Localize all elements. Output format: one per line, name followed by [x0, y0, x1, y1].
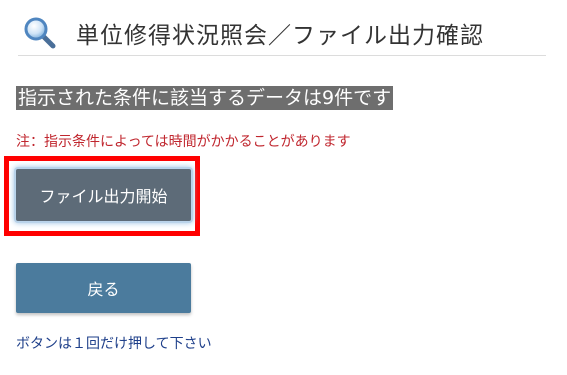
back-button[interactable]: 戻る: [16, 263, 191, 313]
result-message: 指示された条件に該当するデータは9件です: [16, 86, 394, 110]
page-header: 単位修得状況照会／ファイル出力確認: [18, 10, 546, 56]
page-title: 単位修得状況照会／ファイル出力確認: [76, 22, 484, 49]
start-file-output-button[interactable]: ファイル出力開始: [16, 169, 191, 221]
file-output-confirm-page: 単位修得状況照会／ファイル出力確認 指示された条件に該当するデータは9件です 注…: [0, 0, 567, 375]
processing-time-note: 注：指示条件によっては時間がかかることがあります: [16, 134, 351, 150]
search-icon: [22, 15, 58, 51]
click-once-footnote: ボタンは１回だけ押して下さい: [16, 336, 212, 352]
